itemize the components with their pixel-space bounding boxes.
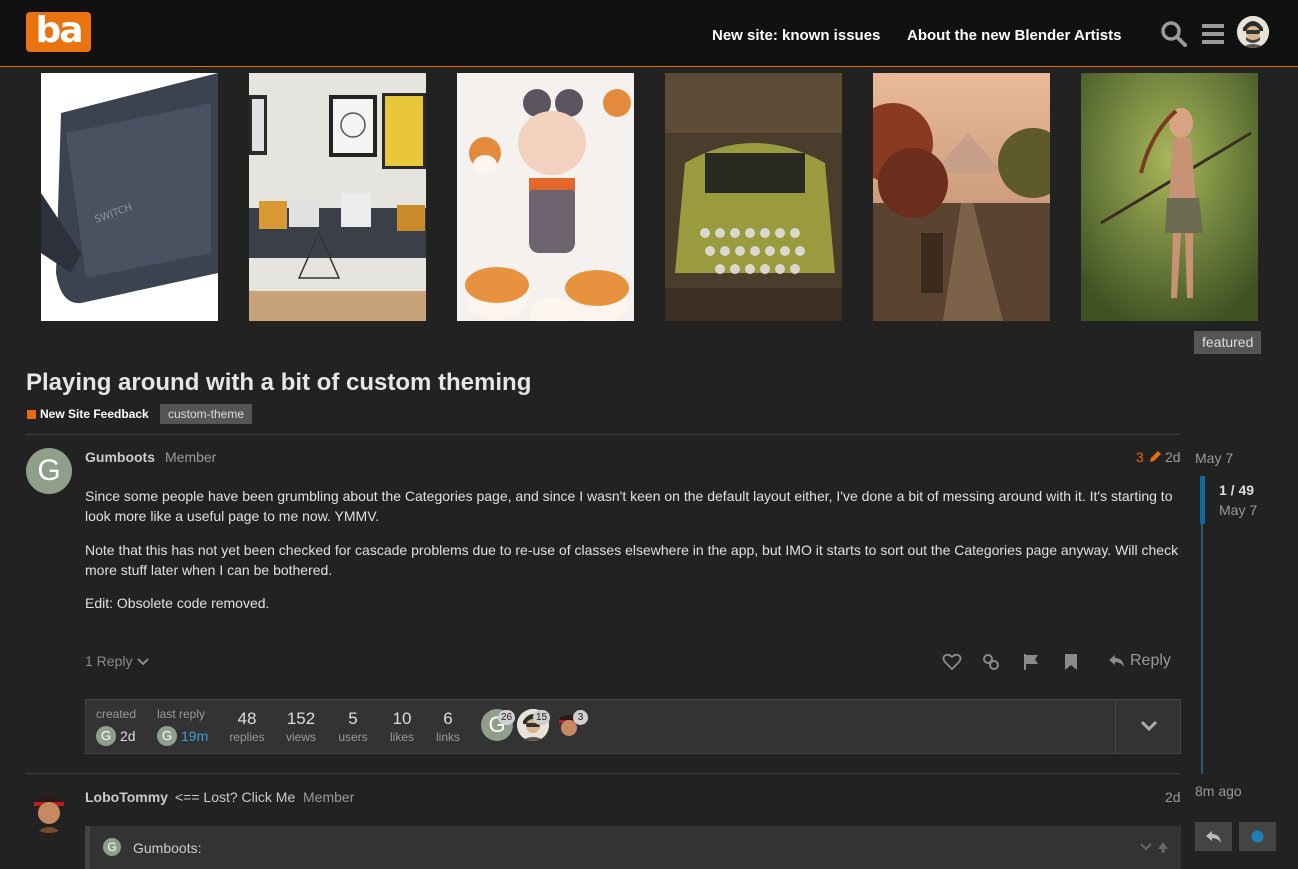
tracking-dot-icon xyxy=(1251,830,1264,843)
stat-users-value: 5 xyxy=(348,709,358,728)
interior-image xyxy=(249,73,426,321)
replies-toggle-label: 1 Reply xyxy=(85,653,133,669)
stat-likes-label: likes xyxy=(389,730,414,744)
hamburger-menu-icon[interactable] xyxy=(1200,20,1228,48)
stat-likes-value: 10 xyxy=(392,709,412,728)
landscape-image xyxy=(873,73,1050,321)
reply-icon xyxy=(1109,655,1124,667)
timeline-handle[interactable] xyxy=(1200,476,1205,524)
divider xyxy=(26,434,1181,435)
stat-users-label: users xyxy=(338,730,368,744)
featured-thumb-5[interactable] xyxy=(873,73,1050,321)
like-heart-icon[interactable] xyxy=(942,652,962,672)
post-user-role: Member xyxy=(165,449,217,465)
timeline-reply-button[interactable] xyxy=(1195,822,1232,851)
site-logo[interactable]: ba xyxy=(26,12,91,52)
post-username[interactable]: Gumboots xyxy=(85,449,155,465)
category-link[interactable]: New Site Feedback xyxy=(40,407,149,421)
divider xyxy=(26,773,1181,774)
created-label: created xyxy=(96,707,137,721)
featured-thumb-3[interactable] xyxy=(457,73,634,321)
topic-tag[interactable]: custom-theme xyxy=(160,404,253,424)
featured-thumb-6[interactable] xyxy=(1081,73,1258,321)
bookmark-icon[interactable] xyxy=(1061,652,1081,672)
console-image: SWITCH xyxy=(41,73,218,321)
user-avatar[interactable] xyxy=(1237,16,1269,48)
reply-icon xyxy=(1206,831,1221,843)
stat-links-label: links xyxy=(435,730,460,744)
pencil-icon[interactable] xyxy=(1148,450,1162,464)
post2-avatar[interactable] xyxy=(26,787,72,833)
stat-replies-value: 48 xyxy=(237,709,257,728)
featured-thumb-2[interactable] xyxy=(249,73,426,321)
stat-replies-label: replies xyxy=(229,730,265,744)
share-link-icon[interactable] xyxy=(981,652,1001,672)
timeline-notification-button[interactable] xyxy=(1239,822,1276,851)
nav-about-new-site[interactable]: About the new Blender Artists xyxy=(907,27,1121,44)
post2-age[interactable]: 2d xyxy=(1165,789,1181,805)
featured-tag[interactable]: featured xyxy=(1194,331,1262,354)
post2-user-role: Member xyxy=(303,789,355,805)
stat-views-label: views xyxy=(285,730,316,744)
created-value[interactable]: 2d xyxy=(120,728,136,744)
quote-expand-icon[interactable] xyxy=(1139,840,1153,854)
chevron-down-icon xyxy=(1140,720,1158,732)
post-paragraph: Note that this has not yet been checked … xyxy=(85,542,1179,578)
quote-author-avatar[interactable]: G xyxy=(103,838,121,856)
quote-author[interactable]: Gumboots: xyxy=(133,840,201,856)
participant-post-count: 3 xyxy=(573,710,588,725)
post-avatar[interactable]: G xyxy=(26,448,72,494)
participant-post-count: 15 xyxy=(533,710,551,725)
warrior-image xyxy=(1081,73,1258,321)
reply-button-label: Reply xyxy=(1130,652,1171,669)
quote-block xyxy=(85,826,1181,869)
last-reply-label: last reply xyxy=(157,707,206,721)
post2-user-title[interactable]: <== Lost? Click Me xyxy=(175,789,295,805)
creator-avatar[interactable]: G xyxy=(96,726,116,746)
timeline-end-date[interactable]: 8m ago xyxy=(1195,783,1242,799)
featured-thumb-4[interactable] xyxy=(665,73,842,321)
stat-views-value: 152 xyxy=(286,709,316,728)
character-image xyxy=(457,73,634,321)
search-icon[interactable] xyxy=(1160,20,1188,48)
replies-toggle[interactable]: 1 Reply xyxy=(85,653,150,669)
post-age[interactable]: 2d xyxy=(1165,449,1181,465)
participant-post-count: 26 xyxy=(498,710,516,725)
timeline-position: 1 / 49 xyxy=(1219,482,1255,498)
edit-count[interactable]: 3 xyxy=(1136,449,1144,465)
post-paragraph: Since some people have been grumbling ab… xyxy=(85,488,1173,524)
chevron-down-icon xyxy=(137,658,150,666)
typewriter-image xyxy=(665,73,842,321)
last-reply-value[interactable]: 19m xyxy=(181,728,208,744)
last-reply-avatar[interactable]: G xyxy=(157,726,177,746)
topic-map-expand-button[interactable] xyxy=(1115,700,1180,753)
timeline-position-date: May 7 xyxy=(1219,502,1258,518)
flag-icon[interactable] xyxy=(1021,652,1041,672)
nav-known-issues[interactable]: New site: known issues xyxy=(712,27,880,44)
reply-button[interactable]: Reply xyxy=(1108,652,1171,670)
quote-jump-up-icon[interactable] xyxy=(1156,840,1170,854)
topic-title[interactable]: Playing around with a bit of custom them… xyxy=(26,369,531,397)
post2-username[interactable]: LoboTommy xyxy=(85,789,168,805)
stat-links-value: 6 xyxy=(443,709,453,728)
timeline-start-date[interactable]: May 7 xyxy=(1195,450,1233,466)
post-paragraph: Edit: Obsolete code removed. xyxy=(85,595,270,611)
featured-thumb-1[interactable]: SWITCH xyxy=(41,73,218,321)
site-header: ba New site: known issues About the new … xyxy=(0,0,1298,67)
category-color-badge xyxy=(27,410,36,419)
